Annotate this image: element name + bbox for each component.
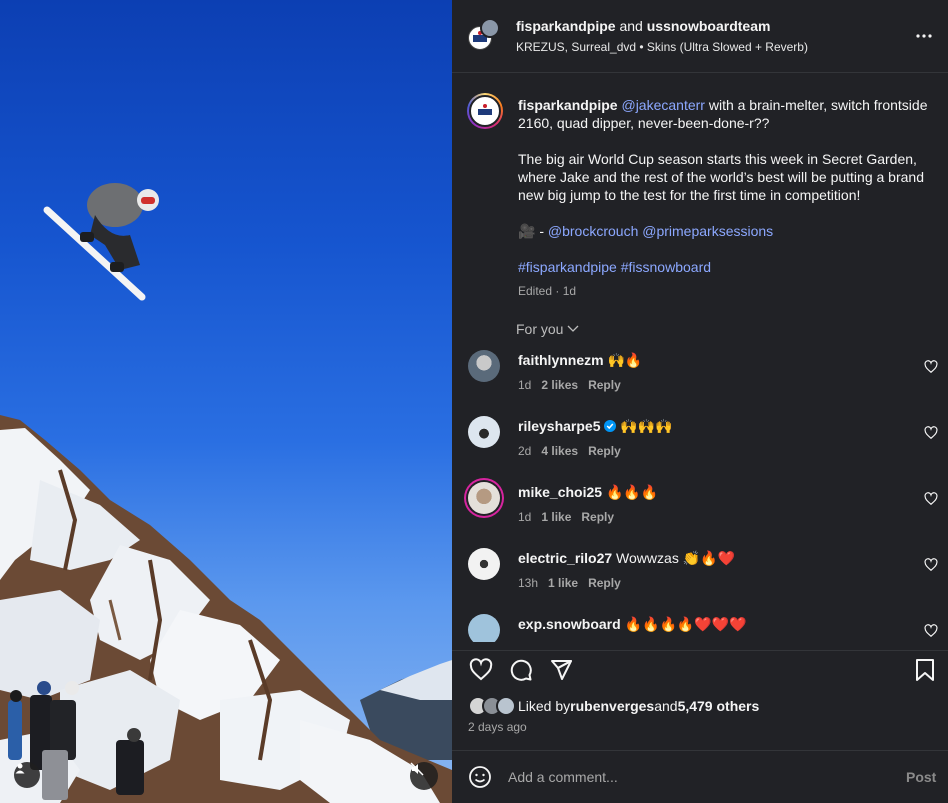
comment-username[interactable]: rileysharpe5 (518, 418, 601, 434)
comment-time: 1d (518, 378, 532, 392)
chevron-down-icon (568, 325, 579, 332)
add-comment-bar: Post (452, 750, 948, 803)
reply-button[interactable]: Reply (581, 510, 614, 524)
post-caption: fisparkandpipe @jakecanterr with a brain… (518, 96, 938, 300)
camera-icon: 🎥 (518, 223, 536, 239)
reply-button[interactable]: Reply (588, 576, 621, 590)
comment-item: rileysharpe5 🙌🙌🙌 2d 4 likes Reply (452, 406, 948, 466)
post-actions (452, 650, 948, 688)
comment-text: 🔥🔥🔥 (602, 484, 659, 500)
coauthor-link[interactable]: ussnowboardteam (647, 18, 771, 34)
comment-username[interactable]: mike_choi25 (518, 484, 602, 500)
caption-avatar[interactable] (467, 93, 503, 129)
post-panel: fisparkandpipe and ussnowboardteam KREZU… (452, 0, 948, 803)
avatar[interactable] (468, 548, 500, 580)
comment-text: 🙌🔥 (603, 352, 643, 368)
share-icon[interactable] (548, 657, 574, 683)
verified-icon (604, 420, 617, 432)
authors-and: and (615, 18, 647, 34)
more-icon[interactable] (914, 26, 934, 46)
avatar-ussnowboardteam[interactable] (480, 18, 500, 38)
author-link[interactable]: fisparkandpipe (516, 18, 616, 34)
reply-button[interactable]: Reply (588, 378, 621, 392)
caption-username[interactable]: fisparkandpipe (518, 97, 618, 113)
heart-icon[interactable] (924, 492, 938, 506)
credit-link-2[interactable]: @primeparksessions (642, 223, 773, 239)
audio-track[interactable]: KREZUS, Surreal_dvd • Skins (Ultra Slowe… (516, 40, 808, 54)
reply-button[interactable]: Reply (588, 444, 621, 458)
comment-meta: 1d 2 likes Reply (518, 378, 621, 392)
liker-avatars (468, 696, 518, 716)
comments-list[interactable]: faithlynnezm 🙌🔥 1d 2 likes Reply rileyshar… (452, 340, 948, 642)
post-time: 2 days ago (468, 720, 527, 734)
comment-body: electric_rilo27 Wowwzas 👏🔥❤️ (518, 550, 735, 567)
caption-hashtags: #fisparkandpipe #fissnowboard (518, 258, 938, 276)
post-button[interactable]: Post (906, 769, 936, 785)
comment-username[interactable]: exp.snowboard (518, 616, 621, 632)
bookmark-icon[interactable] (912, 657, 938, 683)
comment-body: exp.snowboard 🔥🔥🔥🔥❤️❤️❤️ (518, 616, 747, 633)
comment-icon[interactable] (508, 657, 534, 683)
comment-body: rileysharpe5 🙌🙌🙌 (518, 418, 673, 435)
caption-credits: 🎥 - @brockcrouch @primeparksessions (518, 222, 938, 240)
heart-icon[interactable] (924, 360, 938, 374)
caption-paragraph-1: fisparkandpipe @jakecanterr with a brain… (518, 96, 938, 132)
liker-link[interactable]: rubenverges (570, 698, 654, 714)
caption-meta: Edited · 1d (518, 284, 577, 298)
comment-likes[interactable]: 1 like (548, 576, 578, 590)
emoji-icon[interactable] (468, 765, 492, 789)
likes-summary[interactable]: Liked by rubenverges and 5,479 others (468, 696, 759, 716)
comment-likes[interactable]: 2 likes (541, 378, 578, 392)
comment-username[interactable]: electric_rilo27 (518, 550, 612, 566)
avatar[interactable] (468, 416, 500, 448)
mention-link[interactable]: @jakecanterr (621, 97, 704, 113)
credits-dash: - (535, 223, 548, 239)
comment-text: 🙌🙌🙌 (616, 418, 673, 434)
heart-icon[interactable] (924, 558, 938, 572)
likes-prefix: Liked by (518, 698, 571, 714)
comment-sort-dropdown[interactable]: For you (516, 321, 579, 337)
comment-username[interactable]: faithlynnezm (518, 352, 604, 368)
caption-paragraph-2: The big air World Cup season starts this… (518, 151, 924, 203)
comment-item: mike_choi25 🔥🔥🔥 1d 1 like Reply (452, 472, 948, 532)
comment-meta: 1d 1 like Reply (518, 510, 614, 524)
mountain-scene (0, 183, 452, 803)
credit-link-1[interactable]: @brockcrouch (548, 223, 638, 239)
comment-time: 13h (518, 576, 539, 590)
comment-meta: 13h 1 like Reply (518, 576, 621, 590)
heart-icon[interactable] (924, 426, 938, 440)
post-header: fisparkandpipe and ussnowboardteam KREZU… (452, 0, 948, 73)
comment-time: 1d (518, 510, 532, 524)
comment-text: Wowwzas 👏🔥❤️ (612, 550, 735, 566)
post-authors: fisparkandpipe and ussnowboardteam (516, 18, 770, 34)
comment-body: mike_choi25 🔥🔥🔥 (518, 484, 658, 501)
comment-likes[interactable]: 1 like (541, 510, 571, 524)
likes-mid: and (654, 698, 678, 714)
hashtag-links[interactable]: #fisparkandpipe #fissnowboard (518, 259, 711, 275)
muted-icon[interactable] (410, 762, 438, 790)
heart-icon[interactable] (468, 657, 494, 683)
avatar[interactable] (468, 482, 500, 514)
post-media[interactable] (0, 0, 452, 803)
comment-likes[interactable]: 4 likes (541, 444, 578, 458)
comment-sort-label: For you (516, 321, 564, 337)
avatar[interactable] (468, 614, 500, 642)
likes-count[interactable]: 5,479 others (678, 698, 760, 714)
user-tag-icon[interactable] (14, 762, 40, 788)
comment-input[interactable] (508, 767, 868, 787)
heart-icon[interactable] (924, 624, 938, 638)
comment-time: 2d (518, 444, 532, 458)
avatar[interactable] (468, 350, 500, 382)
comment-item: exp.snowboard 🔥🔥🔥🔥❤️❤️❤️ (452, 604, 948, 642)
comment-item: faithlynnezm 🙌🔥 1d 2 likes Reply (452, 340, 948, 400)
comment-body: faithlynnezm 🙌🔥 (518, 352, 642, 369)
comment-text: 🔥🔥🔥🔥❤️❤️❤️ (620, 616, 747, 632)
comment-meta: 2d 4 likes Reply (518, 444, 621, 458)
comment-item: electric_rilo27 Wowwzas 👏🔥❤️ 13h 1 like Re… (452, 538, 948, 598)
